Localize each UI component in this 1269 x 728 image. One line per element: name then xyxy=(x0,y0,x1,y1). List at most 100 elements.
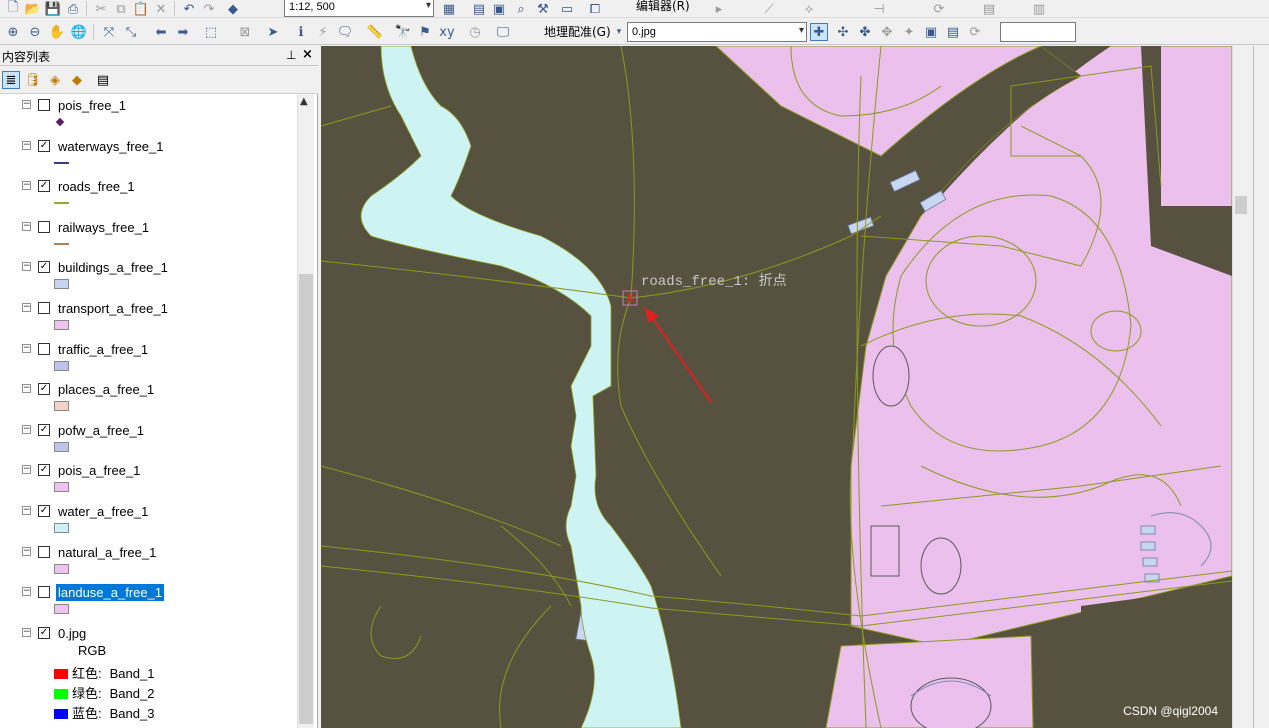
layer-visibility-checkbox[interactable]: ✓ xyxy=(38,423,50,436)
redo-icon[interactable]: ↷ xyxy=(200,0,218,18)
layer-visibility-checkbox[interactable] xyxy=(38,99,50,111)
collapse-icon[interactable]: − xyxy=(22,262,31,272)
layer-row[interactable]: − ✓ pofw_a_free_1 xyxy=(0,421,296,441)
viewer-icon[interactable]: 🖵 xyxy=(494,23,512,41)
link-table-icon[interactable]: ▤ xyxy=(944,23,962,41)
cut-icon[interactable]: ✂ xyxy=(92,0,110,18)
collapse-icon[interactable]: − xyxy=(22,221,31,231)
go-to-xy-icon[interactable]: xy xyxy=(438,23,456,41)
fixed-zoom-out-icon[interactable]: ⤡ xyxy=(122,23,140,41)
split-icon[interactable]: ⊣ xyxy=(870,0,888,18)
map-tool-icon[interactable]: ▦ xyxy=(440,0,458,18)
collapse-icon[interactable]: − xyxy=(22,303,31,312)
collapse-icon[interactable]: − xyxy=(22,424,31,434)
select-icon[interactable]: ➤ xyxy=(264,23,282,41)
editor-menu[interactable]: 编辑器(R) xyxy=(636,0,690,15)
layer-row[interactable]: − ✓ pois_a_free_1 xyxy=(0,461,296,481)
rotate-icon[interactable]: ⟳ xyxy=(930,0,948,18)
toolbox-icon[interactable]: ⚒ xyxy=(534,0,552,18)
python-icon[interactable]: ▭ xyxy=(558,0,576,18)
edit-tool-icon[interactable]: ▸ xyxy=(710,0,728,18)
layer-visibility-checkbox[interactable]: ✓ xyxy=(38,261,50,274)
collapse-icon[interactable]: − xyxy=(22,100,31,109)
list-by-drawing-order-icon[interactable]: ≣ xyxy=(2,71,20,89)
fill-symbol-swatch[interactable] xyxy=(54,604,69,615)
point-symbol[interactable] xyxy=(55,117,65,127)
add-data-icon[interactable]: ◆ xyxy=(224,0,242,18)
collapse-icon[interactable]: − xyxy=(22,546,31,556)
layer-name[interactable]: traffic_a_free_1 xyxy=(58,341,148,358)
zoom-out-icon[interactable]: ⊖ xyxy=(26,23,44,41)
scale-combo[interactable]: 1:12, 500 ▾ xyxy=(284,0,434,17)
layer-name[interactable]: roads_free_1 xyxy=(58,178,135,195)
fill-symbol-swatch[interactable] xyxy=(54,482,69,493)
zoom-in-icon[interactable]: ⊕ xyxy=(4,23,22,41)
layer-visibility-checkbox[interactable]: ✓ xyxy=(38,464,50,477)
fill-symbol-swatch[interactable] xyxy=(54,320,69,330)
open-icon[interactable]: 📂 xyxy=(24,0,42,18)
layer-name[interactable]: water_a_free_1 xyxy=(58,503,148,520)
html-popup-icon[interactable]: 🗨 xyxy=(336,23,354,41)
collapse-icon[interactable]: − xyxy=(22,384,31,394)
layer-visibility-checkbox[interactable]: ✓ xyxy=(38,505,50,517)
fill-symbol-swatch[interactable] xyxy=(54,401,69,412)
list-by-visibility-icon[interactable]: ◈ xyxy=(46,71,64,89)
fill-symbol-swatch[interactable] xyxy=(54,441,69,452)
delete-icon[interactable]: ✕ xyxy=(152,0,170,18)
layer-row[interactable]: − ✓ roads_free_1 xyxy=(0,177,296,197)
collapse-icon[interactable]: − xyxy=(22,506,31,515)
layer-visibility-checkbox[interactable] xyxy=(38,302,50,314)
close-icon[interactable]: × xyxy=(302,47,313,62)
layer-row[interactable]: − landuse_a_free_1 xyxy=(0,583,296,603)
map-canvas[interactable] xyxy=(321,46,1232,728)
sketch-icon[interactable]: ⟋ xyxy=(760,0,778,18)
options-icon[interactable]: ▤ xyxy=(94,71,112,89)
delete-link-icon[interactable]: ✦ xyxy=(900,23,918,41)
raster-layer-combo[interactable]: 0.jpg ▾ xyxy=(627,22,807,42)
hyperlink-icon[interactable]: ⚡ xyxy=(314,23,332,41)
map-scrollbar[interactable] xyxy=(1232,46,1249,728)
save-icon[interactable]: 💾 xyxy=(44,0,62,18)
pan-icon[interactable]: ✋ xyxy=(48,23,66,41)
search-window-icon[interactable]: ⌕ xyxy=(512,0,530,18)
layer-name[interactable]: pois_free_1 xyxy=(58,97,126,114)
layer-visibility-checkbox[interactable] xyxy=(38,545,50,558)
layer-name[interactable]: pofw_a_free_1 xyxy=(58,422,144,439)
fill-symbol-swatch[interactable] xyxy=(54,279,69,290)
layer-name[interactable]: natural_a_free_1 xyxy=(58,544,156,561)
catalog-icon[interactable]: ▣ xyxy=(490,0,508,18)
select-features-icon[interactable]: ⬚ xyxy=(202,23,220,41)
identify-icon[interactable]: ℹ xyxy=(292,23,310,41)
measure-icon[interactable]: 📏 xyxy=(366,23,384,41)
undo-icon[interactable]: ↶ xyxy=(180,0,198,18)
layer-row[interactable]: − ✓ places_a_free_1 xyxy=(0,380,296,400)
layer-visibility-checkbox[interactable]: ✓ xyxy=(38,626,50,639)
map-scroll-thumb[interactable] xyxy=(1235,196,1247,214)
layer-visibility-checkbox[interactable] xyxy=(38,220,50,233)
layer-visibility-checkbox[interactable]: ✓ xyxy=(38,383,50,396)
pin-icon[interactable]: ⊥ xyxy=(286,48,296,62)
collapse-icon[interactable]: − xyxy=(22,627,31,637)
add-control-points-icon[interactable]: ✚ xyxy=(810,23,828,41)
copy-icon[interactable]: ⧉ xyxy=(112,0,130,18)
control-point-mode-icon[interactable]: ✣ xyxy=(834,23,852,41)
zoom-to-link-icon[interactable]: ✥ xyxy=(878,23,896,41)
layer-name[interactable]: railways_free_1 xyxy=(58,219,149,236)
time-slider-icon[interactable]: ◷ xyxy=(466,23,484,41)
paste-icon[interactable]: 📋 xyxy=(132,0,150,18)
layer-visibility-checkbox[interactable]: ✓ xyxy=(38,139,50,152)
collapse-icon[interactable]: − xyxy=(22,465,31,475)
collapse-icon[interactable]: − xyxy=(22,587,31,597)
toc-scrollbar[interactable]: ▲ xyxy=(297,94,314,728)
layer-row[interactable]: − traffic_a_free_1 xyxy=(0,340,296,360)
table-icon[interactable]: ▤ xyxy=(470,0,488,18)
rotate-angle-input[interactable] xyxy=(1000,22,1076,42)
layer-row[interactable]: − ✓ buildings_a_free_1 xyxy=(0,258,296,278)
list-by-selection-icon[interactable]: ◆ xyxy=(68,71,86,89)
layer-name[interactable]: waterways_free_1 xyxy=(58,138,164,155)
layer-row[interactable]: − natural_a_free_1 xyxy=(0,543,296,563)
line-symbol[interactable] xyxy=(54,242,69,245)
layer-name[interactable]: pois_a_free_1 xyxy=(58,462,140,479)
collapse-icon[interactable]: − xyxy=(22,181,31,191)
map-view[interactable]: roads_free_1: 折点 CSDN @qigl2004 xyxy=(321,46,1232,728)
